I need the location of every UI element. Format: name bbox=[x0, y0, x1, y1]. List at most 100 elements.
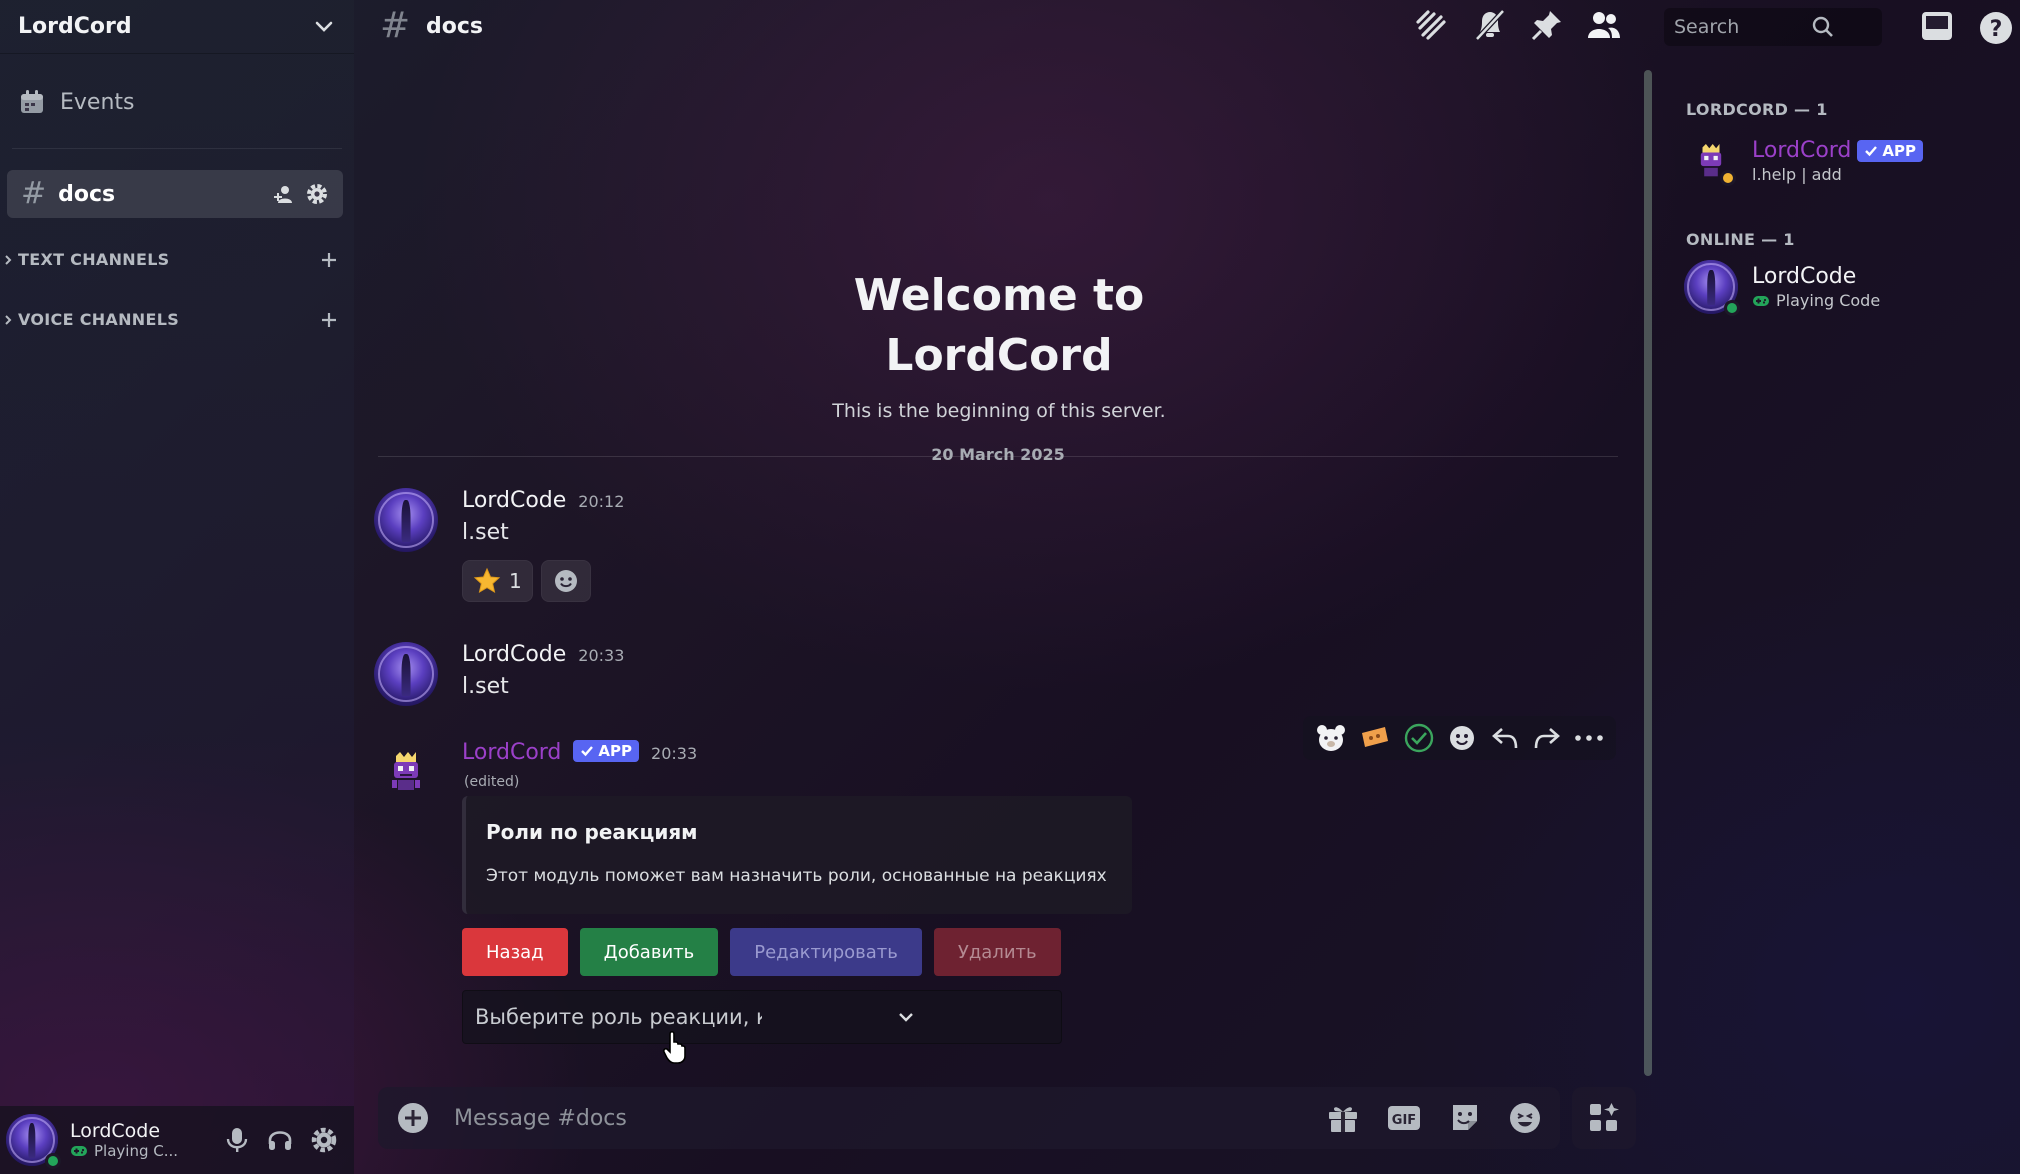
message-timestamp: 20:33 bbox=[651, 744, 698, 763]
member-group-header: LORDCORD — 1 bbox=[1686, 100, 1828, 119]
threads-icon[interactable] bbox=[1414, 8, 1450, 42]
channel-name: docs bbox=[58, 181, 116, 207]
headphones-icon[interactable] bbox=[266, 1126, 294, 1154]
channel-header: # docs Search ? bbox=[354, 0, 2020, 54]
notification-muted-icon[interactable] bbox=[1472, 8, 1508, 42]
message-actions-bar bbox=[1303, 716, 1616, 760]
gamepad-icon bbox=[70, 1144, 88, 1158]
welcome-title: Welcome to bbox=[853, 270, 1145, 321]
sidebar-divider bbox=[12, 148, 342, 149]
search-input[interactable]: Search bbox=[1664, 8, 1882, 46]
plus-icon[interactable] bbox=[320, 251, 338, 269]
message-input[interactable]: Message #docs bbox=[454, 1106, 1326, 1131]
category-voice-channels[interactable]: VOICE CHANNELS bbox=[4, 310, 338, 329]
avatar[interactable] bbox=[374, 642, 438, 706]
app-badge-label: APP bbox=[1882, 141, 1917, 160]
edit-button[interactable]: Редактировать bbox=[730, 928, 922, 976]
bot-message: LordCord APP 20:33 (edited) Роли по реак… bbox=[374, 740, 1274, 1060]
member-status: l.help | add bbox=[1752, 164, 1842, 184]
chevron-down-icon bbox=[762, 1011, 1049, 1023]
app-badge: APP bbox=[573, 740, 640, 762]
add-reaction-button[interactable] bbox=[540, 560, 591, 602]
category-text-channels[interactable]: TEXT CHANNELS bbox=[4, 250, 338, 269]
channel-title: docs bbox=[426, 14, 483, 39]
member-list-icon[interactable] bbox=[1586, 8, 1622, 42]
member-item[interactable]: LordCord APP l.help | add bbox=[1684, 134, 1924, 188]
search-icon bbox=[1773, 15, 1872, 39]
plus-icon[interactable] bbox=[320, 311, 338, 329]
apps-button[interactable] bbox=[1572, 1087, 1636, 1149]
app-badge: APP bbox=[1857, 140, 1924, 162]
member-list: LORDCORD — 1 LordCord APP l.help | add O… bbox=[1660, 54, 2020, 1174]
add-reaction-icon[interactable] bbox=[1447, 723, 1477, 753]
sticker-icon[interactable] bbox=[1448, 1101, 1482, 1135]
reply-icon[interactable] bbox=[1490, 724, 1520, 752]
ticket-emoji-icon[interactable] bbox=[1359, 725, 1391, 751]
search-placeholder: Search bbox=[1674, 16, 1740, 38]
avatar bbox=[1684, 260, 1740, 316]
channel-sidebar: LordCord Events # docs TEXT CHANNELS VOI… bbox=[0, 0, 354, 1174]
server-name: LordCord bbox=[18, 14, 132, 39]
gear-icon[interactable] bbox=[305, 182, 329, 206]
inbox-icon[interactable] bbox=[1920, 10, 1954, 42]
pin-icon[interactable] bbox=[1530, 8, 1564, 42]
bear-emoji-icon[interactable] bbox=[1315, 723, 1347, 753]
channel-welcome: Welcome to LordCord This is the beginning… bbox=[354, 266, 1644, 422]
gear-icon[interactable] bbox=[310, 1126, 338, 1154]
message: LordCode 20:12 l.set 1 bbox=[374, 488, 1074, 618]
back-button[interactable]: Назад bbox=[462, 928, 568, 976]
message-embed: Роли по реакциям Этот модуль поможет вам… bbox=[462, 796, 1132, 914]
hash-icon: # bbox=[380, 5, 411, 46]
avatar[interactable] bbox=[374, 488, 438, 552]
chevron-down-icon[interactable] bbox=[312, 15, 336, 39]
checkmark-icon bbox=[581, 746, 594, 757]
smiley-icon bbox=[553, 568, 579, 594]
bot-avatar bbox=[1684, 134, 1738, 188]
reaction-star[interactable]: 1 bbox=[462, 560, 533, 602]
more-options-icon[interactable] bbox=[1574, 733, 1604, 743]
microphone-icon[interactable] bbox=[224, 1126, 250, 1154]
reaction-count: 1 bbox=[509, 569, 522, 593]
bot-avatar[interactable] bbox=[374, 740, 438, 804]
embed-description: Этот модуль поможет вам назначить роли, … bbox=[486, 866, 1107, 886]
message-composer[interactable]: Message #docs GIF bbox=[378, 1087, 1560, 1149]
events-item[interactable]: Events bbox=[18, 88, 135, 116]
welcome-title-server: LordCord bbox=[885, 330, 1113, 381]
member-item[interactable]: LordCode Playing Code bbox=[1684, 260, 1880, 316]
server-header[interactable]: LordCord bbox=[0, 0, 354, 54]
member-name: LordCord bbox=[1752, 138, 1852, 164]
message-author[interactable]: LordCode bbox=[462, 642, 566, 667]
channel-item-docs[interactable]: # docs bbox=[7, 170, 343, 218]
message-author[interactable]: LordCord bbox=[462, 740, 561, 765]
invite-people-icon[interactable] bbox=[273, 183, 295, 205]
category-label: VOICE CHANNELS bbox=[18, 310, 180, 329]
app-badge-label: APP bbox=[598, 742, 633, 760]
idle-status-icon bbox=[1720, 170, 1736, 186]
svg-text:GIF: GIF bbox=[1392, 1113, 1416, 1128]
welcome-subtitle: This is the beginning of this server. bbox=[832, 400, 1166, 422]
date-divider-label: 20 March 2025 bbox=[931, 445, 1065, 464]
mouse-cursor-icon bbox=[662, 1030, 686, 1064]
emoji-picker-icon[interactable] bbox=[1508, 1101, 1542, 1135]
events-label: Events bbox=[60, 89, 135, 115]
member-group-header: ONLINE — 1 bbox=[1686, 230, 1795, 249]
gif-icon[interactable]: GIF bbox=[1386, 1103, 1422, 1133]
add-button[interactable]: Добавить bbox=[579, 928, 719, 976]
avatar[interactable] bbox=[6, 1114, 61, 1169]
embed-title: Роли по реакциям bbox=[486, 820, 698, 844]
chat-scrollbar[interactable] bbox=[1644, 70, 1652, 1076]
check-circle-icon[interactable] bbox=[1403, 722, 1435, 754]
svg-text:?: ? bbox=[1990, 17, 2003, 42]
help-icon[interactable]: ? bbox=[1978, 10, 2014, 46]
upload-plus-icon[interactable] bbox=[396, 1101, 430, 1135]
message-text: l.set bbox=[462, 520, 509, 545]
message-timestamp: 20:12 bbox=[578, 492, 625, 511]
user-panel: LordCode Playing C... bbox=[0, 1106, 354, 1174]
forward-icon[interactable] bbox=[1532, 724, 1562, 752]
delete-button[interactable]: Удалить bbox=[933, 928, 1061, 976]
gift-icon[interactable] bbox=[1326, 1102, 1360, 1134]
calendar-icon bbox=[18, 88, 46, 116]
message-author[interactable]: LordCode bbox=[462, 488, 566, 513]
role-select-dropdown[interactable]: Выберите роль реакции, которую вы хотите… bbox=[462, 990, 1062, 1044]
chevron-right-icon bbox=[4, 254, 12, 266]
